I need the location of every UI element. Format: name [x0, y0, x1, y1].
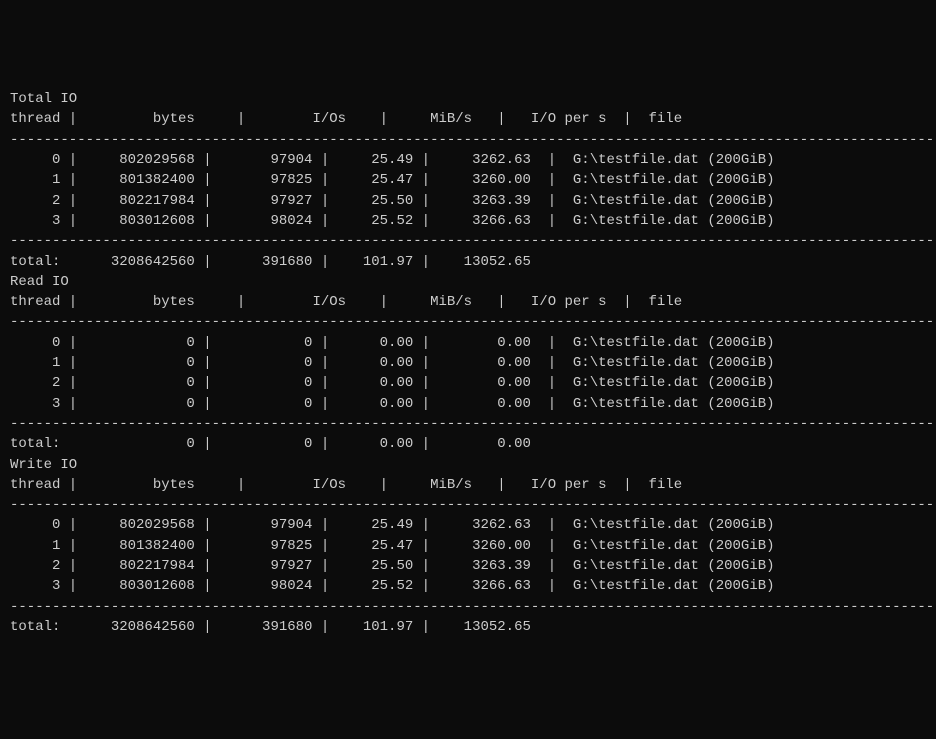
terminal-line: total: 3208642560 | 391680 | 101.97 | 13…: [10, 617, 926, 637]
terminal-line: ----------------------------------------…: [10, 130, 926, 150]
terminal-line: 3 | 803012608 | 98024 | 25.52 | 3266.63 …: [10, 576, 926, 596]
terminal-line: 2 | 0 | 0 | 0.00 | 0.00 | G:\testfile.da…: [10, 373, 926, 393]
terminal-line: 0 | 802029568 | 97904 | 25.49 | 3262.63 …: [10, 515, 926, 535]
terminal-line: 1 | 801382400 | 97825 | 25.47 | 3260.00 …: [10, 170, 926, 190]
terminal-line: 2 | 802217984 | 97927 | 25.50 | 3263.39 …: [10, 556, 926, 576]
terminal-line: ----------------------------------------…: [10, 414, 926, 434]
terminal-line: 0 | 802029568 | 97904 | 25.49 | 3262.63 …: [10, 150, 926, 170]
terminal-line: Write IO: [10, 455, 926, 475]
terminal-line: 1 | 801382400 | 97825 | 25.47 | 3260.00 …: [10, 536, 926, 556]
terminal-line: 3 | 803012608 | 98024 | 25.52 | 3266.63 …: [10, 211, 926, 231]
terminal-line: ----------------------------------------…: [10, 495, 926, 515]
terminal-line: thread | bytes | I/Os | MiB/s | I/O per …: [10, 475, 926, 495]
terminal-line: total: 0 | 0 | 0.00 | 0.00: [10, 434, 926, 454]
terminal-line: Total IO: [10, 89, 926, 109]
terminal-line: 2 | 802217984 | 97927 | 25.50 | 3263.39 …: [10, 191, 926, 211]
terminal-line: ----------------------------------------…: [10, 597, 926, 617]
terminal-line: ----------------------------------------…: [10, 231, 926, 251]
terminal-line: total: 3208642560 | 391680 | 101.97 | 13…: [10, 252, 926, 272]
terminal-line: 1 | 0 | 0 | 0.00 | 0.00 | G:\testfile.da…: [10, 353, 926, 373]
terminal-line: ----------------------------------------…: [10, 312, 926, 332]
terminal-line: thread | bytes | I/Os | MiB/s | I/O per …: [10, 109, 926, 129]
terminal-output: Total IOthread | bytes | I/Os | MiB/s | …: [10, 89, 926, 637]
terminal-line: 3 | 0 | 0 | 0.00 | 0.00 | G:\testfile.da…: [10, 394, 926, 414]
terminal-line: thread | bytes | I/Os | MiB/s | I/O per …: [10, 292, 926, 312]
terminal-line: Read IO: [10, 272, 926, 292]
terminal-line: 0 | 0 | 0 | 0.00 | 0.00 | G:\testfile.da…: [10, 333, 926, 353]
